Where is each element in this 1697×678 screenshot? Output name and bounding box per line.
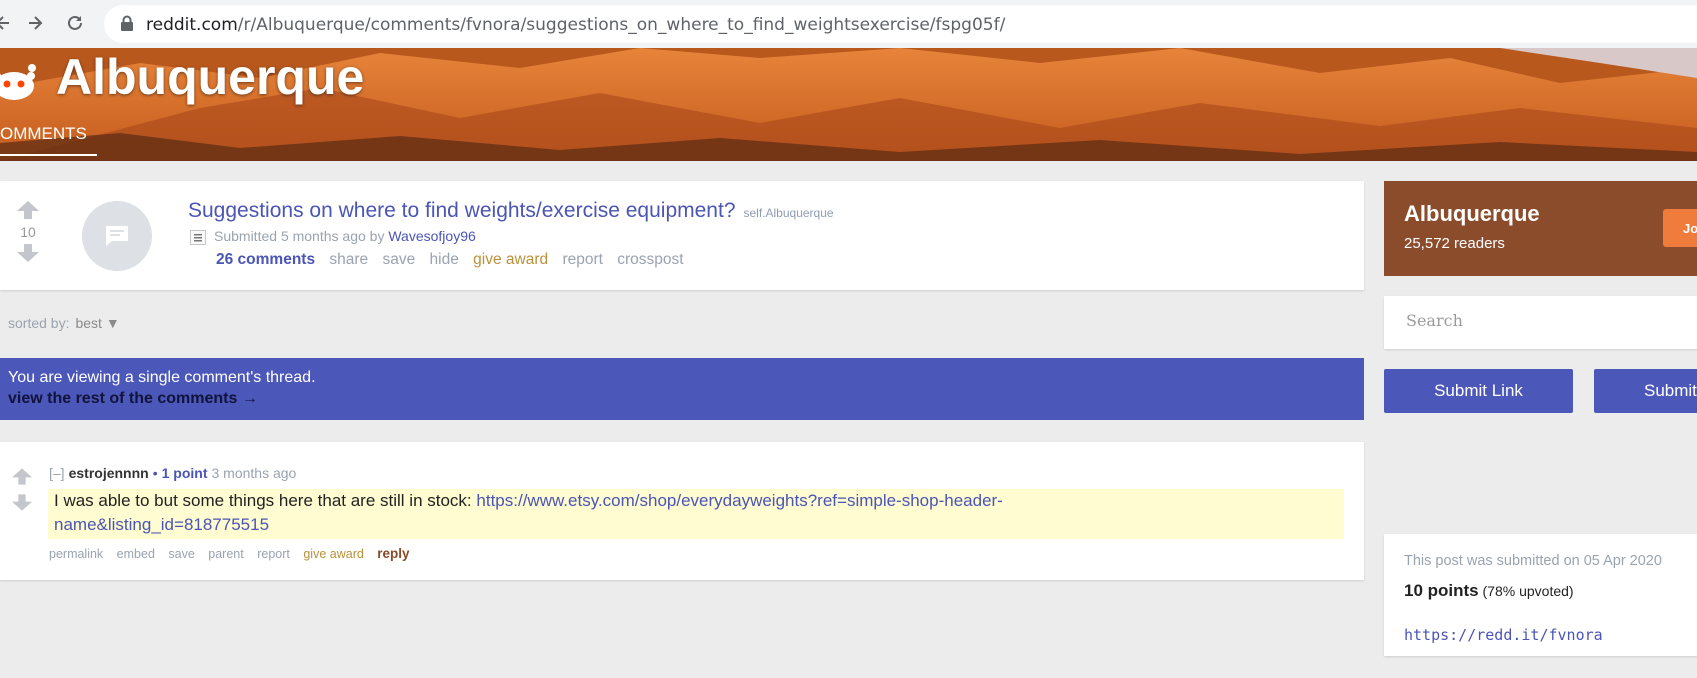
post-domain[interactable]: self.Albuquerque bbox=[744, 206, 834, 220]
post-card: 10 Suggestions on where to find weights/… bbox=[0, 181, 1364, 290]
by-label: by bbox=[369, 228, 385, 244]
text-post-icon bbox=[106, 226, 128, 246]
search-box bbox=[1384, 296, 1697, 349]
sort-label: sorted by: bbox=[8, 315, 70, 331]
comment-card: [–] estrojennnn • 1 point 3 months ago I was… bbox=[0, 442, 1364, 580]
sort-control: sorted by: best ▼ bbox=[8, 315, 120, 331]
submit-link-button[interactable]: Submit Link bbox=[1384, 369, 1573, 413]
submitted-time: 5 months ago bbox=[280, 228, 366, 244]
sidebar-subreddit-name[interactable]: Albuquerque bbox=[1404, 201, 1540, 227]
parent-link[interactable]: parent bbox=[208, 547, 243, 561]
upvote-arrow-icon[interactable] bbox=[16, 201, 40, 224]
comment-actions: permalink embed save parent report give … bbox=[49, 546, 420, 561]
address-bar[interactable]: reddit.com/r/Albuquerque/comments/fvnora… bbox=[104, 5, 1697, 43]
self-post-thumbnail[interactable] bbox=[82, 201, 152, 271]
comment-save-link[interactable]: save bbox=[168, 547, 194, 561]
collapse-toggle[interactable]: [–] bbox=[49, 465, 65, 481]
submit-text-button[interactable]: Submit bbox=[1594, 369, 1697, 413]
post-title-row: Suggestions on where to find weights/exe… bbox=[188, 199, 834, 223]
sort-dropdown[interactable]: best ▼ bbox=[75, 315, 119, 331]
comments-link[interactable]: 26 comments bbox=[216, 251, 315, 268]
comment-body: I was able to but some things here that … bbox=[48, 489, 1344, 539]
lock-icon bbox=[120, 15, 134, 36]
back-arrow-icon[interactable] bbox=[0, 10, 16, 36]
reader-count: 25,572 readers bbox=[1404, 235, 1505, 252]
expand-text-icon[interactable] bbox=[190, 229, 206, 245]
embed-link[interactable]: embed bbox=[117, 547, 155, 561]
submitted-date: This post was submitted on 05 Apr 2020 bbox=[1404, 553, 1662, 569]
comment-author[interactable]: estrojennnn bbox=[69, 465, 149, 481]
share-link[interactable]: share bbox=[329, 251, 368, 268]
reply-link[interactable]: reply bbox=[377, 546, 409, 561]
search-input[interactable] bbox=[1404, 310, 1688, 331]
reddit-logo-icon[interactable] bbox=[0, 56, 40, 108]
post-score: 10 bbox=[20, 224, 36, 240]
submitted-label: Submitted bbox=[214, 228, 278, 244]
post-actions: 26 comments share save hide give award r… bbox=[216, 251, 694, 269]
tab-comments[interactable]: OMMENTS bbox=[0, 124, 97, 156]
subreddit-info-box: Albuquerque 25,572 readers Joi bbox=[1384, 181, 1697, 276]
crosspost-link[interactable]: crosspost bbox=[617, 251, 683, 268]
single-thread-text: You are viewing a single comment's threa… bbox=[8, 369, 316, 386]
report-link[interactable]: report bbox=[562, 251, 603, 268]
browser-toolbar: reddit.com/r/Albuquerque/comments/fvnora… bbox=[0, 0, 1697, 49]
upvoted-ratio: (78% upvoted) bbox=[1482, 583, 1574, 599]
comment-report-link[interactable]: report bbox=[257, 547, 290, 561]
comment-vote-column bbox=[10, 468, 34, 516]
url-path: /r/Albuquerque/comments/fvnora/suggestio… bbox=[237, 15, 1006, 35]
downvote-arrow-icon[interactable] bbox=[16, 244, 40, 267]
url-text[interactable]: reddit.com/r/Albuquerque/comments/fvnora… bbox=[146, 15, 1005, 35]
comment-time: 3 months ago bbox=[211, 465, 297, 481]
url-host: reddit.com bbox=[146, 15, 238, 35]
comment-meta: [–] estrojennnn • 1 point 3 months ago bbox=[49, 465, 296, 481]
downvote-arrow-icon[interactable] bbox=[10, 494, 34, 516]
points-summary: 10 points (78% upvoted) bbox=[1404, 581, 1574, 601]
post-vote-column: 10 bbox=[16, 201, 40, 267]
post-info-box: This post was submitted on 05 Apr 2020 1… bbox=[1384, 534, 1697, 656]
reload-icon[interactable] bbox=[62, 10, 88, 36]
save-link[interactable]: save bbox=[382, 251, 415, 268]
comment-score: 1 point bbox=[161, 465, 208, 481]
upvote-arrow-icon[interactable] bbox=[10, 468, 34, 490]
give-award-link[interactable]: give award bbox=[473, 251, 548, 268]
forward-arrow-icon[interactable] bbox=[22, 10, 48, 36]
comment-give-award-link[interactable]: give award bbox=[303, 547, 363, 561]
join-button[interactable]: Joi bbox=[1663, 209, 1697, 247]
comment-link-part1[interactable]: https://www.etsy.com/shop/everydayweight… bbox=[476, 491, 1002, 510]
permalink-link[interactable]: permalink bbox=[49, 547, 103, 561]
comment-text: I was able to but some things here that … bbox=[54, 491, 477, 510]
hide-link[interactable]: hide bbox=[430, 251, 459, 268]
post-author[interactable]: Wavesofjoy96 bbox=[388, 228, 475, 244]
comment-link-part2[interactable]: name&listing_id=818775515 bbox=[54, 515, 269, 534]
post-tagline: Submitted 5 months ago by Wavesofjoy96 bbox=[190, 228, 476, 245]
subreddit-title[interactable]: Albuquerque bbox=[56, 48, 364, 106]
shortlink[interactable]: https://redd.it/fvnora bbox=[1404, 626, 1603, 644]
post-title[interactable]: Suggestions on where to find weights/exe… bbox=[188, 199, 736, 222]
separator-dot: • bbox=[152, 465, 158, 481]
points-value: 10 points bbox=[1404, 581, 1479, 600]
view-rest-link[interactable]: view the rest of the comments → bbox=[8, 390, 258, 408]
subreddit-banner: Albuquerque bbox=[0, 48, 1697, 161]
single-thread-notice: You are viewing a single comment's threa… bbox=[0, 358, 1364, 420]
